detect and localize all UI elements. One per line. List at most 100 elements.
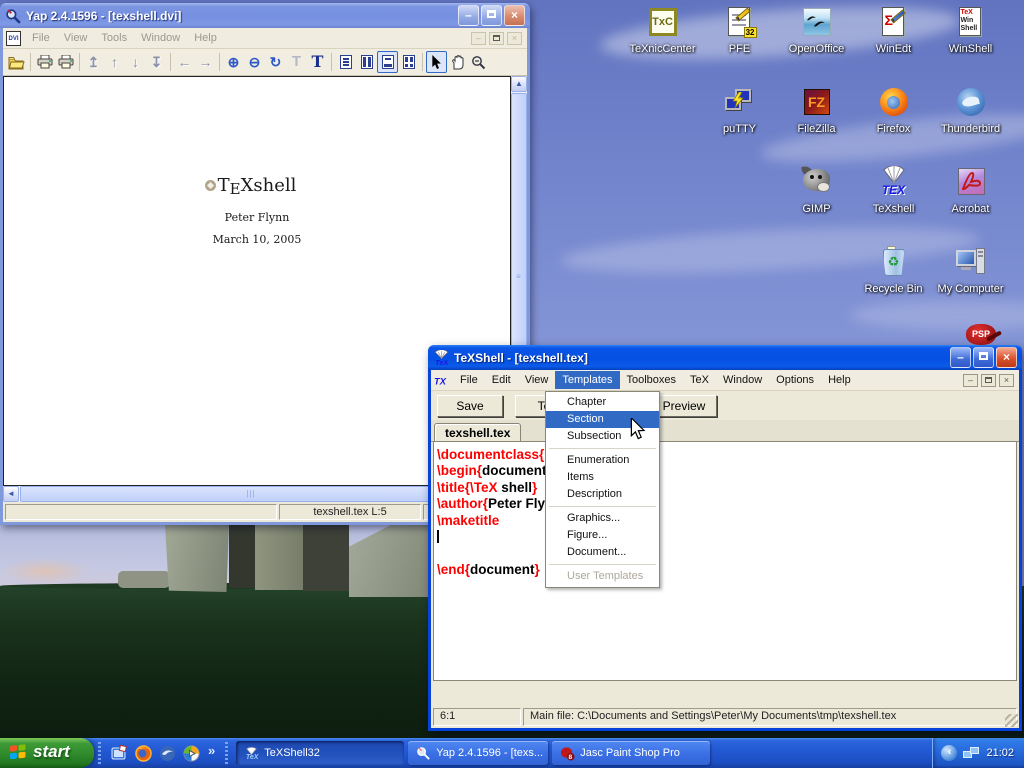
texshell-menu-help[interactable]: Help xyxy=(821,371,858,389)
magnifier-tool-icon[interactable] xyxy=(468,51,489,73)
tab-texshell-tex[interactable]: texshell.tex xyxy=(434,423,521,441)
quicklaunch-firefox-icon[interactable] xyxy=(135,745,152,762)
next-page-icon[interactable]: ↓ xyxy=(125,51,146,73)
previous-page-icon[interactable]: ↑ xyxy=(104,51,125,73)
menu-item-graphics[interactable]: Graphics... xyxy=(546,510,659,527)
texshell-menubar: TX FileEditViewTemplatesToolboxesTeXWind… xyxy=(431,370,1019,391)
texshell-menu-templates[interactable]: Templates xyxy=(555,371,619,389)
texshell-minimize-button[interactable]: – xyxy=(950,347,971,368)
taskbar-button-yap[interactable]: Yap 2.4.1596 - [texs... xyxy=(408,741,548,765)
quicklaunch-show-desktop-icon[interactable] xyxy=(111,745,128,762)
texshell-menu-options[interactable]: Options xyxy=(769,371,821,389)
view-single-page-icon[interactable] xyxy=(335,51,356,73)
desktop-icon-texniccenter[interactable]: TxCTeXnicCenter xyxy=(625,4,701,84)
texshell-menu-file[interactable]: File xyxy=(453,371,485,389)
view-continuous-facing-icon[interactable] xyxy=(398,51,419,73)
desktop-icon-putty[interactable]: puTTY xyxy=(702,84,778,164)
desktop-icon-winshell[interactable]: TeXWinShellWinShell xyxy=(933,4,1009,84)
desktop-icon-gimp[interactable]: GIMP xyxy=(779,164,855,244)
menu-item-description[interactable]: Description xyxy=(546,486,659,503)
mdi-minimize-icon[interactable]: – xyxy=(471,32,486,45)
mdi-minimize-icon[interactable]: – xyxy=(963,374,978,387)
start-button[interactable]: start xyxy=(0,738,94,768)
desktop-icon-my-computer[interactable]: My Computer xyxy=(933,244,1009,324)
network-tray-icon[interactable] xyxy=(963,746,980,761)
select-tool-icon[interactable] xyxy=(426,51,447,73)
mdi-restore-icon[interactable] xyxy=(981,374,996,387)
yap-menu-window[interactable]: Window xyxy=(134,29,187,47)
mdi-restore-icon[interactable] xyxy=(489,32,504,45)
texshell-close-button[interactable]: × xyxy=(996,347,1017,368)
menu-item-chapter[interactable]: Chapter xyxy=(546,394,659,411)
back-icon[interactable]: ← xyxy=(174,51,195,73)
texshell-menu-toolboxes[interactable]: Toolboxes xyxy=(620,371,684,389)
yap-menu-file[interactable]: File xyxy=(25,29,57,47)
yap-menu-help[interactable]: Help xyxy=(187,29,224,47)
open-icon[interactable] xyxy=(6,51,27,73)
yap-maximize-button[interactable] xyxy=(481,5,502,26)
view-facing-pages-icon[interactable] xyxy=(356,51,377,73)
taskbar-grip[interactable] xyxy=(225,742,228,764)
menu-item-items[interactable]: Items xyxy=(546,469,659,486)
resize-grip[interactable] xyxy=(1005,714,1018,727)
taskbar-button-psp[interactable]: 8Jasc Paint Shop Pro xyxy=(552,741,710,765)
yap-menu-view[interactable]: View xyxy=(57,29,95,47)
last-page-icon[interactable]: ↧ xyxy=(146,51,167,73)
code-editor[interactable]: \documentclass{\begin{document}\title{\T… xyxy=(433,441,1017,681)
acrobat-icon xyxy=(954,166,988,200)
desktop-icon-label: WinEdt xyxy=(856,43,932,55)
menu-item-enumeration[interactable]: Enumeration xyxy=(546,452,659,469)
yap-menubar: DVI FileViewToolsWindowHelp – × xyxy=(3,28,527,49)
desktop-icon-pfe[interactable]: 32PFE xyxy=(702,4,778,84)
yap-minimize-button[interactable]: – xyxy=(458,5,479,26)
desktop-icon-paint-shop-pro[interactable]: PSP xyxy=(962,324,1000,346)
mdi-close-icon[interactable]: × xyxy=(999,374,1014,387)
taskbar: start » TeXTeXShell32Yap 2.4.1596 - [tex… xyxy=(0,738,1024,768)
menu-item-figure[interactable]: Figure... xyxy=(546,527,659,544)
print-range-icon[interactable] xyxy=(55,51,76,73)
view-continuous-icon[interactable] xyxy=(377,51,398,73)
save-button[interactable]: Save xyxy=(437,395,503,417)
text-outline-icon[interactable]: T xyxy=(286,51,307,73)
texshell-menu-window[interactable]: Window xyxy=(716,371,769,389)
menu-item-document[interactable]: Document... xyxy=(546,544,659,561)
horizontal-scroll-thumb[interactable]: ||| xyxy=(20,486,482,502)
forward-icon[interactable]: → xyxy=(195,51,216,73)
texshell-menu-edit[interactable]: Edit xyxy=(485,371,518,389)
desktop-icon-filezilla[interactable]: FZFileZilla xyxy=(779,84,855,164)
hand-tool-icon[interactable] xyxy=(447,51,468,73)
desktop-icon-recycle-bin[interactable]: ♻Recycle Bin xyxy=(856,244,932,324)
desktop-icon-winedt[interactable]: ΣWinEdt xyxy=(856,4,932,84)
texshell-titlebar[interactable]: TeX TeXShell - [texshell.tex] – × xyxy=(428,345,1022,370)
yap-close-button[interactable]: × xyxy=(504,5,525,26)
quicklaunch-media-player-icon[interactable] xyxy=(183,745,200,762)
desktop-icon-openoffice[interactable]: OpenOffice xyxy=(779,4,855,84)
first-page-icon[interactable]: ↥ xyxy=(83,51,104,73)
svg-text:TX: TX xyxy=(434,376,447,386)
zoom-in-icon[interactable]: ⊕ xyxy=(223,51,244,73)
texshell-mdi-buttons: – × xyxy=(963,374,1016,387)
scroll-up-icon[interactable]: ▲ xyxy=(511,76,527,92)
desktop-icon-thunderbird[interactable]: Thunderbird xyxy=(933,84,1009,164)
print-icon[interactable] xyxy=(34,51,55,73)
yap-menu-tools[interactable]: Tools xyxy=(94,29,134,47)
taskbar-button-texshell[interactable]: TeXTeXShell32 xyxy=(236,741,404,765)
mdi-close-icon[interactable]: × xyxy=(507,32,522,45)
zoom-out-icon[interactable]: ⊖ xyxy=(244,51,265,73)
quicklaunch-thunderbird-icon[interactable] xyxy=(159,745,176,762)
desktop-icon-acrobat[interactable]: Acrobat xyxy=(933,164,1009,244)
text-render-icon[interactable]: T xyxy=(307,51,328,73)
tray-collapse-icon[interactable]: ‹ xyxy=(941,745,957,761)
quicklaunch-grip[interactable] xyxy=(98,742,101,764)
texshell-menu-view[interactable]: View xyxy=(518,371,556,389)
yap-titlebar[interactable]: Yap 2.4.1596 - [texshell.dvi] – × xyxy=(0,3,530,28)
preview-button[interactable]: Preview xyxy=(651,395,717,417)
quicklaunch-overflow-chevron[interactable]: » xyxy=(208,743,215,758)
menu-separator xyxy=(546,445,659,452)
texshell-maximize-button[interactable] xyxy=(973,347,994,368)
refresh-icon[interactable]: ↻ xyxy=(265,51,286,73)
desktop-icon-texshell[interactable]: TEXTeXshell xyxy=(856,164,932,244)
texshell-menu-tex[interactable]: TeX xyxy=(683,371,716,389)
scroll-left-icon[interactable]: ◄ xyxy=(3,486,19,502)
desktop-icon-firefox[interactable]: Firefox xyxy=(856,84,932,164)
